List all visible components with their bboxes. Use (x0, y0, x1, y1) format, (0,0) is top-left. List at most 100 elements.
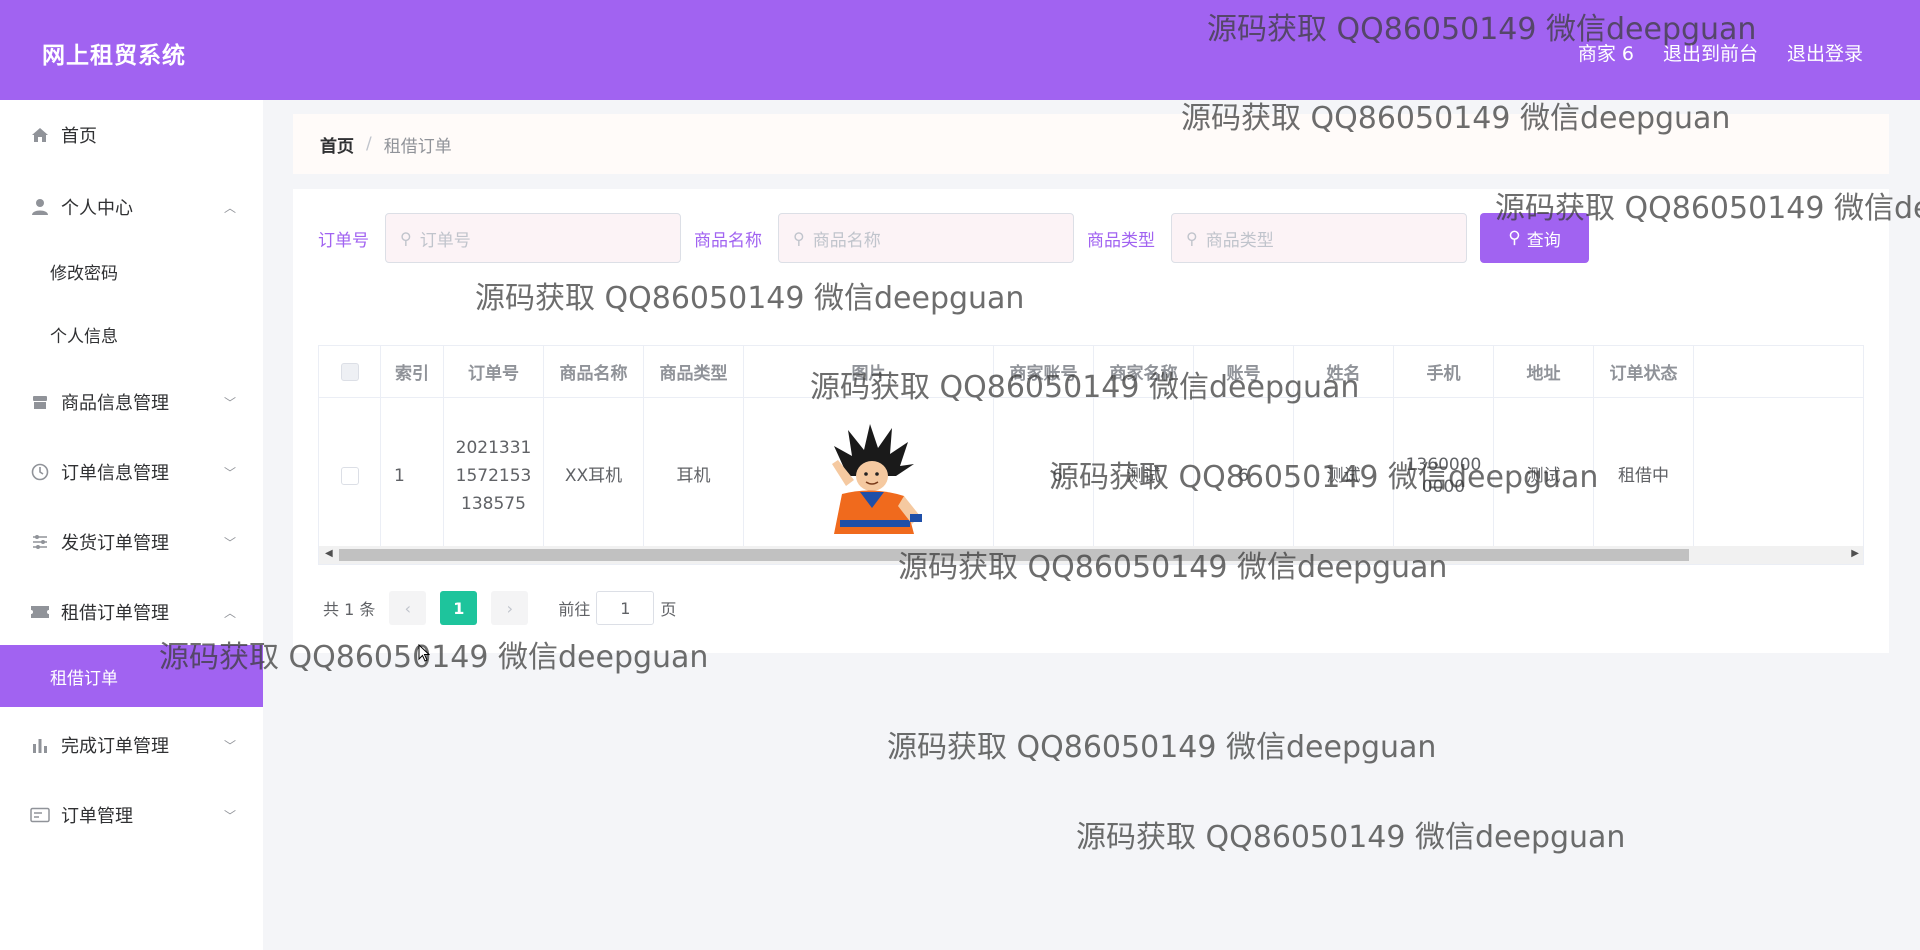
col-header-status: 订单状态 (1594, 346, 1694, 397)
cell-account: 6 (1194, 398, 1294, 553)
product-name-label: 商品名称 (694, 230, 762, 251)
sidebar-item-label: 订单信息管理 (61, 463, 169, 484)
col-header-actions: 操作 (1694, 346, 1863, 397)
product-image (831, 423, 922, 534)
cell-status: 租借中 (1594, 398, 1694, 553)
current-user-link[interactable]: 商家 6 (1578, 39, 1634, 66)
sidebar-item-rental-order-management[interactable]: 租借订单管理 ︿ (0, 582, 263, 642)
cell-image (744, 398, 994, 553)
cell-index: 1 (381, 398, 444, 553)
product-type-label: 商品类型 (1087, 230, 1155, 251)
page-number-button[interactable]: 1 (440, 591, 478, 625)
app-title: 网上租贸系统 (42, 43, 186, 69)
watermark-text: 源码获取 QQ86050149 微信deepguan (887, 730, 1437, 765)
table-row: 1 2021331 1572153 138575 XX耳机 耳机 6 测试 6 … (319, 398, 1863, 553)
sidebar-item-order-management[interactable]: 订单管理 ﹀ (0, 785, 263, 845)
sidebar-item-personal-center[interactable]: 个人中心 ︿ (0, 177, 263, 237)
order-no-input[interactable]: ⚲ 订单号 (385, 213, 681, 263)
main-content: 订单号 ⚲ 订单号 商品名称 ⚲ 商品名称 商品类型 ⚲ 商品类型 ⚲ 查询 索… (293, 189, 1889, 653)
scroll-left-arrow-icon[interactable]: ◀ (325, 548, 333, 559)
sidebar-item-rental-order[interactable]: 租借订单 (0, 645, 263, 707)
back-to-frontend-link[interactable]: 退出到前台 (1663, 39, 1758, 66)
mouse-cursor-icon (418, 644, 430, 662)
orders-table: 索引 订单号 商品名称 商品类型 图片 商家账号 商家名称 账号 姓名 手机 地… (318, 345, 1864, 565)
sidebar-item-label: 商品信息管理 (61, 393, 169, 414)
chevron-up-icon: ︿ (224, 200, 237, 215)
col-header-phone: 手机 (1394, 346, 1494, 397)
cell-product-name: XX耳机 (544, 398, 644, 553)
sidebar-item-label: 个人中心 (61, 198, 133, 219)
col-header-index: 索引 (381, 346, 444, 397)
sidebar-item-completed-order-management[interactable]: 完成订单管理 ﹀ (0, 715, 263, 775)
sidebar-item-personal-info[interactable]: 个人信息 (0, 306, 263, 362)
select-all-checkbox[interactable] (340, 362, 359, 381)
sidebar-item-label: 首页 (61, 126, 97, 147)
search-icon: ⚲ (793, 228, 805, 248)
phone-line: 0000 (1421, 476, 1466, 497)
sidebar-item-order-info-management[interactable]: 订单信息管理 ﹀ (0, 442, 263, 502)
row-select-cell (319, 398, 381, 553)
page-suffix: 页 (660, 600, 677, 619)
scrollbar-thumb[interactable] (339, 549, 1689, 561)
sidebar-item-home[interactable]: 首页 (0, 105, 263, 165)
breadcrumb-home[interactable]: 首页 (320, 132, 354, 157)
breadcrumb: 首页 / 租借订单 (293, 114, 1889, 174)
col-header-address: 地址 (1494, 346, 1594, 397)
sidebar-item-label: 完成订单管理 (61, 736, 169, 757)
bar-chart-icon (30, 735, 50, 755)
row-checkbox[interactable] (340, 466, 359, 485)
clock-icon (30, 462, 50, 482)
goto-label: 前往 (558, 600, 591, 619)
card-icon (30, 805, 50, 825)
col-header-product-type: 商品类型 (644, 346, 744, 397)
product-type-input[interactable]: ⚲ 商品类型 (1171, 213, 1467, 263)
col-header-order-no: 订单号 (444, 346, 544, 397)
sidebar-item-label: 租借订单管理 (61, 603, 169, 624)
pagination-total: 共 1 条 (323, 600, 376, 619)
sidebar-item-shipping-order-management[interactable]: 发货订单管理 ﹀ (0, 512, 263, 572)
sidebar-item-change-password[interactable]: 修改密码 (0, 243, 263, 299)
cell-merchant-account: 6 (994, 398, 1094, 553)
col-header-name: 姓名 (1294, 346, 1394, 397)
sidebar-item-product-management[interactable]: 商品信息管理 ﹀ (0, 372, 263, 432)
query-button[interactable]: ⚲ 查询 (1480, 213, 1589, 263)
search-icon: ⚲ (1186, 228, 1198, 248)
col-header-image: 图片 (744, 346, 994, 397)
home-icon (30, 125, 50, 145)
order-no-line: 138575 (461, 493, 526, 514)
search-icon: ⚲ (400, 228, 412, 248)
table-header: 索引 订单号 商品名称 商品类型 图片 商家账号 商家名称 账号 姓名 手机 地… (319, 346, 1863, 398)
cell-product-type: 耳机 (644, 398, 744, 553)
horizontal-scrollbar[interactable]: ◀ ▶ (319, 546, 1863, 564)
order-no-label: 订单号 (318, 230, 369, 251)
sliders-icon (30, 532, 50, 552)
chevron-up-icon: ︿ (224, 605, 237, 620)
product-name-placeholder: 商品名称 (812, 230, 881, 251)
logout-link[interactable]: 退出登录 (1787, 39, 1863, 66)
cell-actions: ▤ (1694, 398, 1863, 553)
product-name-input[interactable]: ⚲ 商品名称 (778, 213, 1074, 263)
prev-page-button[interactable]: ‹ (389, 591, 427, 625)
phone-line: 1360000 (1405, 454, 1482, 475)
search-icon: ⚲ (1508, 228, 1521, 248)
user-icon (30, 197, 50, 217)
next-page-button[interactable]: › (491, 591, 529, 625)
cell-phone: 1360000 0000 (1394, 398, 1494, 553)
chevron-down-icon: ﹀ (224, 465, 237, 480)
order-no-line: 2021331 (455, 437, 532, 458)
chevron-down-icon: ﹀ (224, 808, 237, 823)
col-header-merchant-account: 商家账号 (994, 346, 1094, 397)
col-header-merchant-name: 商家名称 (1094, 346, 1194, 397)
header-links: 商家 6 退出到前台 退出登录 (1578, 39, 1863, 66)
product-type-placeholder: 商品类型 (1205, 230, 1274, 251)
sidebar: 首页 个人中心 ︿ 修改密码 个人信息 商品信息管理 ﹀ 订单信息管理 ﹀ 发货… (0, 100, 263, 950)
breadcrumb-separator: / (366, 134, 372, 154)
store-icon (30, 392, 50, 412)
sidebar-item-label: 订单管理 (61, 806, 133, 827)
pagination: 共 1 条 ‹ 1 › 前往 1 页 (323, 591, 676, 625)
chevron-down-icon: ﹀ (224, 738, 237, 753)
goto-page-input[interactable]: 1 (596, 591, 655, 625)
col-header-product-name: 商品名称 (544, 346, 644, 397)
scroll-right-arrow-icon[interactable]: ▶ (1851, 548, 1859, 559)
col-header-account: 账号 (1194, 346, 1294, 397)
